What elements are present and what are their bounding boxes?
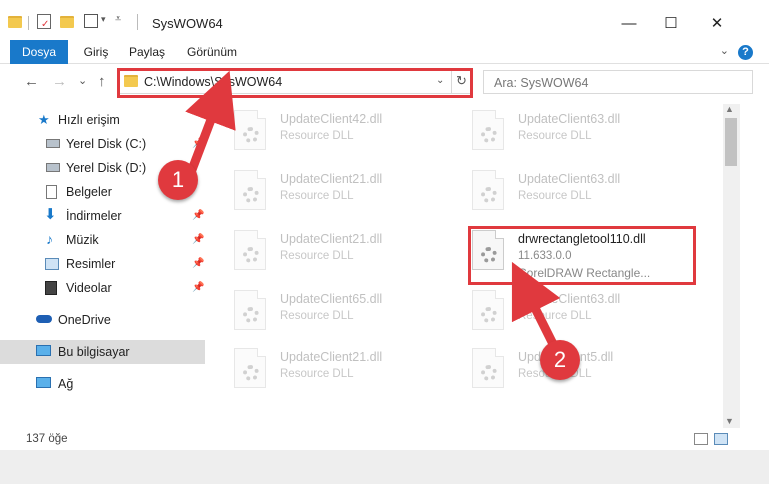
annotation-arrows bbox=[185, 70, 561, 353]
step-2-badge: 2 bbox=[540, 340, 580, 380]
step-1-badge: 1 bbox=[158, 160, 198, 200]
arrow-to-address bbox=[185, 70, 236, 177]
arrow-to-file bbox=[511, 261, 561, 353]
